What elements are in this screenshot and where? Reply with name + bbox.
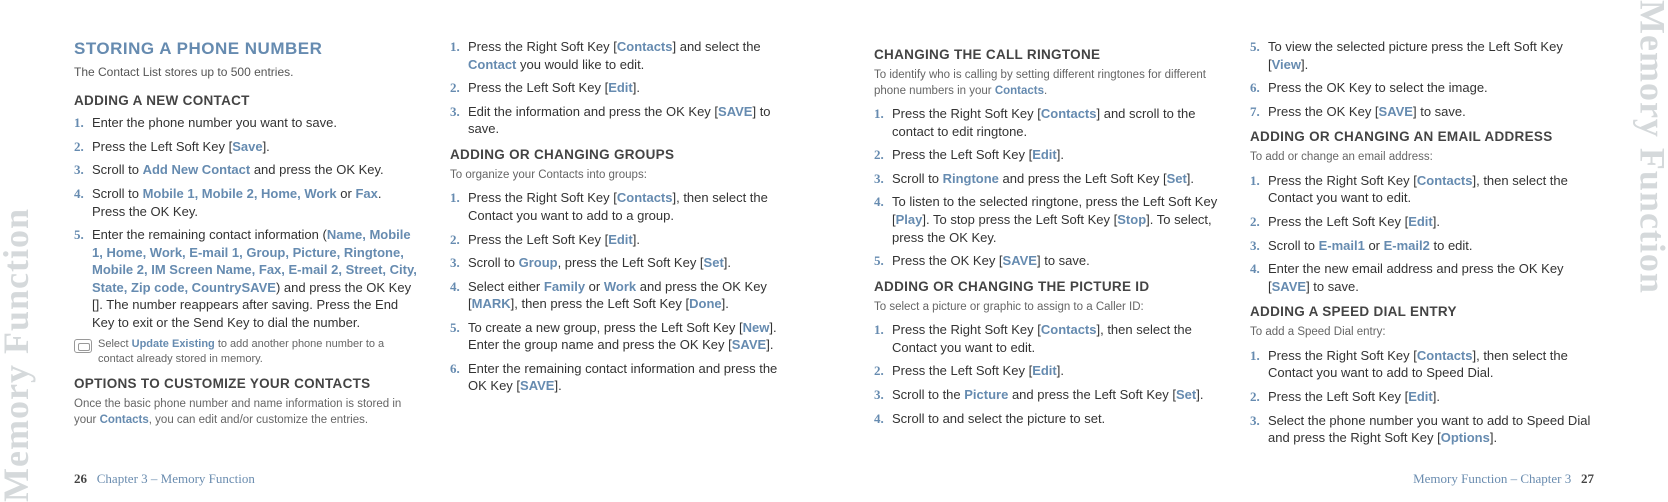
step-item: 3.Scroll to E-mail1 or E-mail2 to edit. [1268, 237, 1594, 255]
steps-list: 1.Press the Right Soft Key [Contacts] an… [450, 38, 794, 138]
step-item: 3.Scroll to Ringtone and press the Left … [892, 170, 1218, 188]
tip-icon [74, 339, 92, 353]
section-note: To select a picture or graphic to assign… [874, 300, 1218, 316]
page-right-col1: CHANGING THE CALL RINGTONE To identify w… [874, 38, 1218, 448]
page-title: STORING A PHONE NUMBER [74, 38, 418, 61]
tip: Select Update Existing to add another ph… [74, 337, 418, 367]
step-item: 3.Select the phone number you want to ad… [1268, 412, 1594, 447]
footer-right: Memory Function – Chapter 3 27 [1413, 470, 1594, 488]
steps-list: 1.Press the Right Soft Key [Contacts] an… [874, 105, 1218, 269]
step-item: 5.Press the OK Key [SAVE] to save. [892, 252, 1218, 270]
section-note: Once the basic phone number and name inf… [74, 397, 418, 428]
steps-list: 5.To view the selected picture press the… [1250, 38, 1594, 120]
section-heading: ADDING OR CHANGING THE PICTURE ID [874, 278, 1218, 296]
page-right-col2: 5.To view the selected picture press the… [1250, 38, 1594, 448]
section-heading: ADDING A NEW CONTACT [74, 92, 418, 110]
section-note: To add or change an email address: [1250, 150, 1594, 166]
steps-list: 1.Press the Right Soft Key [Contacts], t… [1250, 347, 1594, 447]
steps-list: 1.Press the Right Soft Key [Contacts], t… [450, 189, 794, 394]
subtitle: The Contact List stores up to 500 entrie… [74, 64, 418, 80]
step-item: 3.Scroll to Add New Contact and press th… [92, 161, 418, 179]
step-item: 3.Scroll to the Picture and press the Le… [892, 386, 1218, 404]
footer-left: 26 Chapter 3 – Memory Function [74, 470, 255, 488]
page-left-col2: 1.Press the Right Soft Key [Contacts] an… [450, 38, 794, 448]
section-heading: ADDING OR CHANGING GROUPS [450, 146, 794, 164]
steps-list: 1.Press the Right Soft Key [Contacts], t… [874, 321, 1218, 427]
step-item: 4.Select either Family or Work and press… [468, 278, 794, 313]
section-note: To organize your Contacts into groups: [450, 168, 794, 184]
step-item: 2.Press the Left Soft Key [Save]. [92, 138, 418, 156]
page-left-col1: STORING A PHONE NUMBER The Contact List … [74, 38, 418, 448]
step-item: 4.To listen to the selected ringtone, pr… [892, 193, 1218, 246]
step-item: 2.Press the Left Soft Key [Edit]. [468, 79, 794, 97]
step-item: 2.Press the Left Soft Key [Edit]. [1268, 388, 1594, 406]
step-item: 2.Press the Left Soft Key [Edit]. [892, 146, 1218, 164]
step-item: 1.Press the Right Soft Key [Contacts], t… [468, 189, 794, 224]
step-item: 1.Press the Right Soft Key [Contacts] an… [892, 105, 1218, 140]
step-item: 6.Enter the remaining contact informatio… [468, 360, 794, 395]
steps-list: 1.Enter the phone number you want to sav… [74, 114, 418, 331]
step-item: 2.Press the Left Soft Key [Edit]. [892, 362, 1218, 380]
step-item: 2.Press the Left Soft Key [Edit]. [1268, 213, 1594, 231]
step-item: 7.Press the OK Key [SAVE] to save. [1268, 103, 1594, 121]
step-item: 1.Press the Right Soft Key [Contacts], t… [1268, 347, 1594, 382]
step-item: 5.To create a new group, press the Left … [468, 319, 794, 354]
section-heading: OPTIONS TO CUSTOMIZE YOUR CONTACTS [74, 375, 418, 393]
section-heading: ADDING A SPEED DIAL ENTRY [1250, 303, 1594, 321]
step-item: 3.Scroll to Group, press the Left Soft K… [468, 254, 794, 272]
section-heading: ADDING OR CHANGING AN EMAIL ADDRESS [1250, 128, 1594, 146]
step-item: 5.Enter the remaining contact informatio… [92, 226, 418, 331]
steps-list: 1.Press the Right Soft Key [Contacts], t… [1250, 172, 1594, 295]
step-item: 5.To view the selected picture press the… [1268, 38, 1594, 73]
step-item: 3.Edit the information and press the OK … [468, 103, 794, 138]
step-item: 1.Enter the phone number you want to sav… [92, 114, 418, 132]
section-note: To add a Speed Dial entry: [1250, 325, 1594, 341]
step-item: 2.Press the Left Soft Key [Edit]. [468, 231, 794, 249]
page-right: CHANGING THE CALL RINGTONE To identify w… [834, 0, 1668, 502]
step-item: 6.Press the OK Key to select the image. [1268, 79, 1594, 97]
step-item: 4.Scroll to and select the picture to se… [892, 410, 1218, 428]
section-heading: CHANGING THE CALL RINGTONE [874, 46, 1218, 64]
page-left: STORING A PHONE NUMBER The Contact List … [0, 0, 834, 502]
step-item: 1.Press the Right Soft Key [Contacts] an… [468, 38, 794, 73]
step-item: 4.Scroll to Mobile 1, Mobile 2, Home, Wo… [92, 185, 418, 220]
step-item: 1.Press the Right Soft Key [Contacts], t… [892, 321, 1218, 356]
step-item: 4.Enter the new email address and press … [1268, 260, 1594, 295]
step-item: 1.Press the Right Soft Key [Contacts], t… [1268, 172, 1594, 207]
section-note: To identify who is calling by setting di… [874, 68, 1218, 99]
